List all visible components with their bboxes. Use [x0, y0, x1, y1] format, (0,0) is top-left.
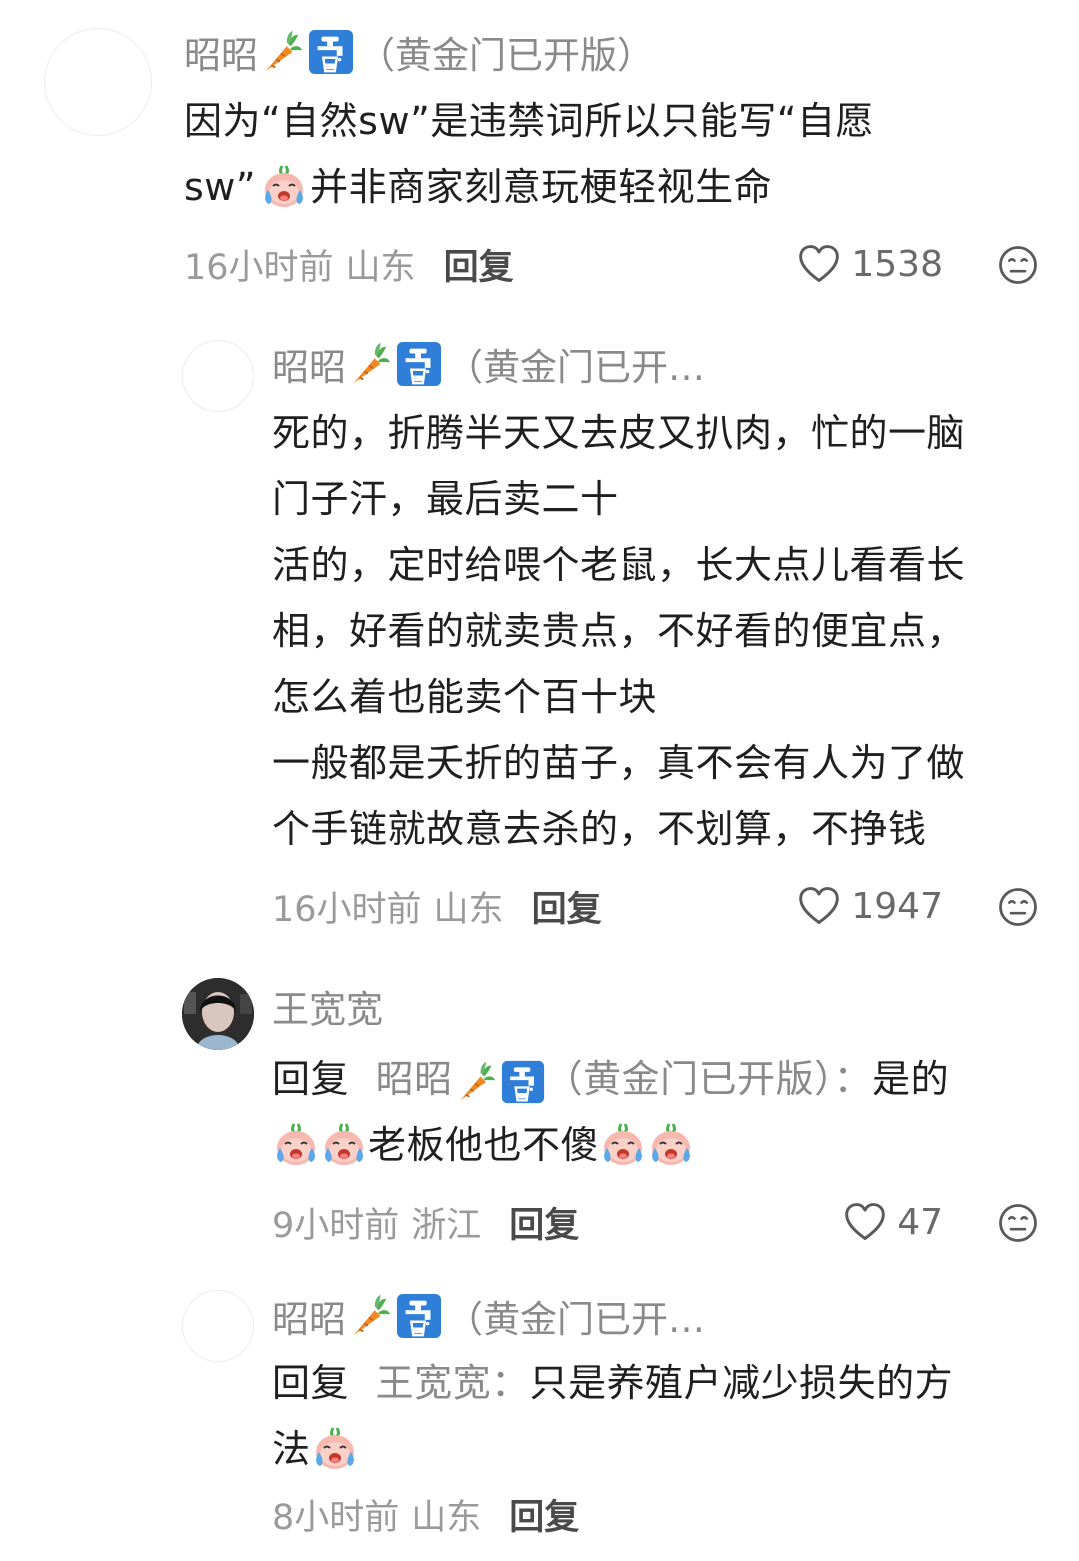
comment-time: 9小时前 [272, 1205, 400, 1246]
comment-author[interactable]: 昭昭 （黄金门已开… [272, 334, 1039, 394]
comment-line-part: 法 [272, 1427, 311, 1471]
comment-text: 回复 昭昭 （黄金门已开版）：是的 老板他也不傻 [272, 1046, 1039, 1178]
avatar[interactable] [182, 978, 254, 1050]
comment-location: 山东 [411, 1497, 482, 1538]
heart-outline-icon [843, 1200, 887, 1244]
potable-water-icon [396, 1293, 442, 1339]
reply-to-nickname[interactable]: 昭昭 [376, 1057, 453, 1101]
crying-face-icon [260, 162, 308, 210]
comment-meta: 8小时前 山东 回复 [272, 1486, 1039, 1542]
comment-location: 山东 [433, 889, 504, 930]
like-count: 1947 [851, 885, 943, 927]
comment-line-part: 是的 [872, 1057, 950, 1101]
neutral-face-icon[interactable] [997, 244, 1039, 286]
comment-text: 因为“自然sw”是违禁词所以只能写“自愿 sw” 并非商家刻意玩梗轻视生命 [184, 88, 1039, 220]
neutral-face-icon[interactable] [997, 886, 1039, 928]
nickname[interactable]: 王宽宽 [272, 979, 383, 1033]
comment-time: 16小时前 [272, 889, 422, 930]
crying-face-icon [311, 1424, 359, 1472]
like-button[interactable]: 1538 [797, 242, 943, 286]
comment-text: 死的，折腾半天又去皮又扒肉，忙的一脑 门子汗，最后卖二十 活的，定时给喂个老鼠，… [272, 400, 1039, 862]
comment-author[interactable]: 昭昭 （黄金门已开版） [184, 22, 1039, 82]
comment-line: 门子汗，最后卖二十 [272, 477, 619, 521]
comment-line: 法 [272, 1416, 1039, 1482]
comment-line: 怎么着也能卖个百十块 [272, 675, 658, 719]
comment-location: 山东 [345, 247, 416, 288]
heart-outline-icon [797, 242, 841, 286]
comment-line: 老板他也不傻 [272, 1112, 1039, 1178]
avatar[interactable] [182, 1290, 254, 1362]
reply-button[interactable]: 回复 [509, 1197, 579, 1248]
heart-outline-icon [797, 884, 841, 928]
reply-button[interactable]: 回复 [444, 239, 514, 290]
comment-line: 活的，定时给喂个老鼠，长大点儿看看长 [272, 543, 966, 587]
carrot-icon [258, 29, 304, 75]
comment-line-part: sw” [184, 165, 257, 209]
crying-face-icon [320, 1120, 368, 1168]
avatar[interactable] [182, 340, 254, 412]
comment-body: 昭昭 （黄金门已开版） 因为“自然sw”是违禁词所以只能写“自愿 sw” 并非商家… [184, 22, 1039, 292]
comment-line: 一般都是夭折的苗子，真不会有人为了做 [272, 741, 966, 785]
comment-line: 死的，折腾半天又去皮又扒肉，忙的一脑 [272, 411, 966, 455]
neutral-face-icon[interactable] [997, 1202, 1039, 1244]
comment-line: 个手链就故意去杀的，不划算，不挣钱 [272, 807, 927, 851]
comment-author[interactable]: 昭昭 （黄金门已开… [272, 1286, 1039, 1346]
carrot-icon [346, 1293, 392, 1339]
comment-body: 昭昭 （黄金门已开… 回复 王宽宽：只是养殖户减少损失的方 法 8小时前 山东 … [272, 1286, 1039, 1542]
potable-water-icon [308, 29, 354, 75]
reply-to-nickname[interactable]: 王宽宽 [376, 1361, 492, 1405]
comment-line: 回复 昭昭 （黄金门已开版）：是的 [272, 1046, 1039, 1112]
comment-line: 因为“自然sw”是违禁词所以只能写“自愿 [184, 99, 874, 143]
potable-water-icon [501, 1060, 545, 1104]
avatar-photo [182, 978, 254, 1050]
nickname[interactable]: 昭昭 [272, 337, 346, 391]
carrot-icon [346, 341, 392, 387]
reply-colon: ： [833, 1057, 873, 1101]
comment-meta: 16小时前 山东 回复 1538 [184, 236, 1039, 292]
reply-to-tag: （黄金门已开版） [544, 1057, 834, 1101]
potable-water-icon [396, 341, 442, 387]
comment-line: 回复 王宽宽：只是养殖户减少损失的方 [272, 1350, 1039, 1416]
comment-line-part: 只是养殖户减少损失的方 [529, 1361, 954, 1405]
like-count: 1538 [851, 243, 943, 285]
like-button[interactable]: 47 [843, 1200, 943, 1244]
user-tag: （黄金门已开… [446, 346, 705, 389]
comment-meta: 16小时前 山东 回复 1947 [272, 878, 1039, 934]
comment-line-part: 老板他也不傻 [368, 1123, 600, 1167]
comment-line: sw” 并非商家刻意玩梗轻视生命 [184, 154, 1039, 220]
crying-face-icon [599, 1120, 647, 1168]
crying-face-icon [647, 1120, 695, 1168]
comment-location: 浙江 [411, 1205, 482, 1246]
like-button[interactable]: 1947 [797, 884, 943, 928]
carrot-icon [453, 1060, 497, 1104]
comment-time: 8小时前 [272, 1497, 400, 1538]
comment-line-part: 并非商家刻意玩梗轻视生命 [310, 165, 773, 209]
comment-line: 相，好看的就卖贵点，不好看的便宜点， [272, 609, 966, 653]
user-tag: （黄金门已开版） [358, 34, 654, 77]
reply-button[interactable]: 回复 [532, 881, 602, 932]
reply-prefix: 回复 [272, 1361, 350, 1405]
comment-meta: 9小时前 浙江 回复 47 [272, 1194, 1039, 1250]
comment-body: 王宽宽 回复 昭昭 （黄金门已开版）：是的 老板他也不傻 9小时前 浙江 回复 4… [272, 976, 1039, 1250]
comment-text: 回复 王宽宽：只是养殖户减少损失的方 法 [272, 1350, 1039, 1482]
reply-colon: ： [491, 1361, 530, 1405]
reply-prefix: 回复 [272, 1057, 350, 1101]
user-tag: （黄金门已开… [446, 1298, 705, 1341]
like-count: 47 [897, 1201, 943, 1243]
comment-body: 昭昭 （黄金门已开… 死的，折腾半天又去皮又扒肉，忙的一脑 门子汗，最后卖二十 … [272, 334, 1039, 934]
avatar[interactable] [44, 28, 152, 136]
nickname[interactable]: 昭昭 [184, 25, 258, 79]
comment-author[interactable]: 王宽宽 [272, 976, 1039, 1036]
reply-button[interactable]: 回复 [509, 1489, 579, 1540]
comment-time: 16小时前 [184, 247, 334, 288]
crying-face-icon [272, 1120, 320, 1168]
nickname[interactable]: 昭昭 [272, 1289, 346, 1343]
